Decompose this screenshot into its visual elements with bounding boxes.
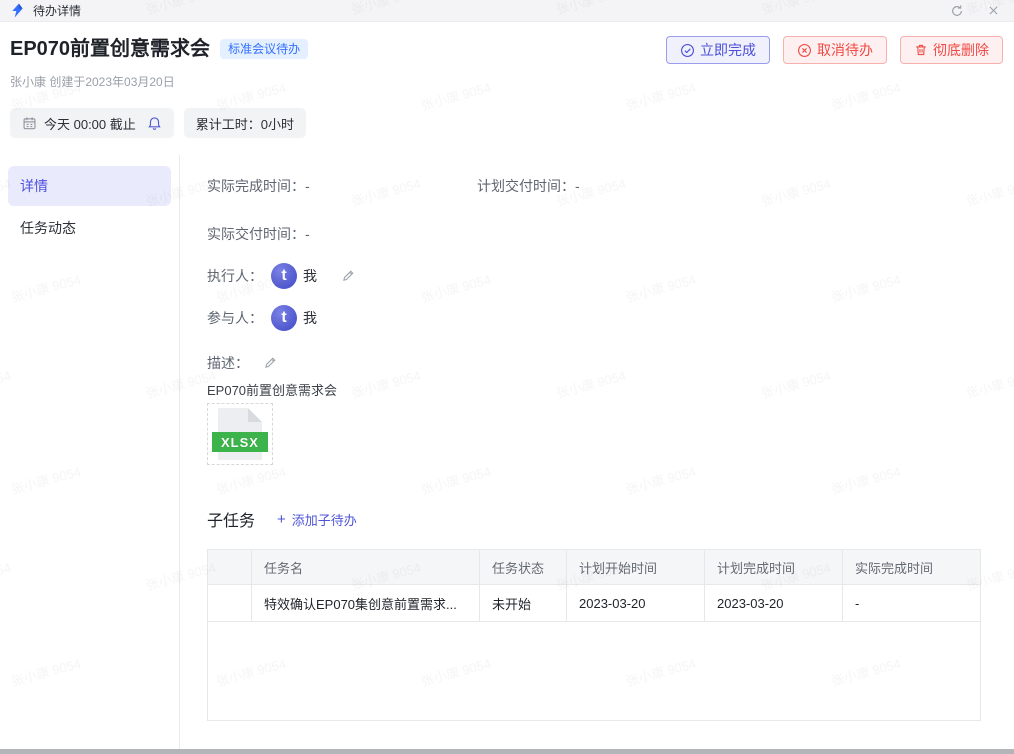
window-title: 待办详情 bbox=[33, 2, 81, 19]
deadline-chip[interactable]: 今天 00:00 截止 bbox=[10, 108, 174, 138]
attachment-xlsx[interactable]: XLSX bbox=[207, 403, 273, 465]
actual-delivery-time-field: 实际交付时间：- bbox=[207, 227, 477, 241]
calendar-icon bbox=[22, 116, 37, 131]
participant-name: 我 bbox=[303, 308, 317, 328]
complete-now-button[interactable]: 立即完成 bbox=[666, 36, 770, 64]
details-panel: 实际完成时间：- 计划交付时间：- 实际交付时间：- 执行人： t 我 参与人：… bbox=[180, 155, 1014, 749]
actual-complete-time-label: 实际完成时间： bbox=[207, 178, 305, 194]
hours-text: 累计工时：0小时 bbox=[196, 114, 294, 133]
add-subtask-label: 添加子待办 bbox=[292, 510, 357, 529]
deadline-text: 今天 00:00 截止 bbox=[44, 114, 136, 133]
executor-name: 我 bbox=[303, 266, 317, 286]
header-planned-start: 计划开始时间 bbox=[567, 550, 705, 584]
cancel-todo-label: 取消待办 bbox=[817, 40, 873, 60]
executor-avatar[interactable]: t bbox=[271, 263, 297, 289]
sidebar-item-activity[interactable]: 任务动态 bbox=[8, 208, 171, 248]
page-fold bbox=[248, 408, 262, 422]
creator-line: 张小康 创建于2023年03月20日 bbox=[10, 73, 1003, 90]
row-actual-complete: - bbox=[843, 585, 980, 621]
subtasks-title: 子任务 bbox=[207, 507, 255, 531]
file-type-ribbon: XLSX bbox=[212, 432, 268, 452]
subtask-table-row[interactable]: 特效确认EP070集创意前置需求... 未开始 2023-03-20 2023-… bbox=[208, 584, 980, 621]
row-task-name[interactable]: 特效确认EP070集创意前置需求... bbox=[252, 585, 480, 621]
time-fields: 实际完成时间：- 计划交付时间：- 实际交付时间：- bbox=[207, 179, 990, 241]
hours-chip: 累计工时：0小时 bbox=[184, 108, 306, 138]
description-row: 描述： bbox=[207, 353, 990, 373]
actual-complete-time-field: 实际完成时间：- bbox=[207, 179, 477, 193]
x-circle-icon bbox=[797, 43, 812, 58]
sidebar-item-details[interactable]: 详情 bbox=[8, 166, 171, 206]
page-title: EP070前置创意需求会 bbox=[10, 36, 210, 62]
trash-icon bbox=[914, 43, 928, 57]
planned-delivery-time-label: 计划交付时间： bbox=[477, 178, 575, 194]
row-task-status: 未开始 bbox=[480, 585, 567, 621]
sidebar: 详情 任务动态 bbox=[0, 155, 180, 749]
row-planned-start: 2023-03-20 bbox=[567, 585, 705, 621]
executor-row: 执行人： t 我 bbox=[207, 263, 990, 289]
actual-complete-time-value: - bbox=[305, 178, 310, 194]
close-icon[interactable] bbox=[982, 2, 1004, 20]
description-label: 描述： bbox=[207, 353, 249, 373]
refresh-icon[interactable] bbox=[946, 2, 968, 20]
sidebar-item-activity-label: 任务动态 bbox=[20, 218, 76, 238]
add-subtask-link[interactable]: + 添加子待办 bbox=[277, 510, 357, 529]
sidebar-item-details-label: 详情 bbox=[20, 176, 48, 196]
participant-row: 参与人： t 我 bbox=[207, 305, 990, 331]
row-checkbox-cell[interactable] bbox=[208, 585, 252, 621]
status-badge: 标准会议待办 bbox=[220, 39, 308, 59]
actual-delivery-time-value: - bbox=[305, 226, 310, 242]
subtask-table-header: 任务名 任务状态 计划开始时间 计划完成时间 实际完成时间 bbox=[208, 550, 980, 584]
app-logo-icon bbox=[10, 3, 25, 18]
subtask-table-empty-area bbox=[208, 621, 980, 720]
planned-delivery-time-field: 计划交付时间：- bbox=[477, 179, 990, 193]
delete-permanently-label: 彻底删除 bbox=[933, 40, 989, 60]
participant-label: 参与人： bbox=[207, 308, 263, 328]
actual-delivery-time-label: 实际交付时间： bbox=[207, 226, 305, 242]
bell-icon[interactable] bbox=[147, 116, 162, 131]
executor-label: 执行人： bbox=[207, 266, 263, 286]
file-document-icon: XLSX bbox=[218, 408, 262, 460]
delete-permanently-button[interactable]: 彻底删除 bbox=[900, 36, 1003, 64]
row-planned-complete: 2023-03-20 bbox=[705, 585, 843, 621]
participant-avatar[interactable]: t bbox=[271, 305, 297, 331]
task-header: EP070前置创意需求会 标准会议待办 立即完成 取消待办 bbox=[0, 22, 1014, 155]
planned-delivery-time-value: - bbox=[575, 178, 580, 194]
description-text: EP070前置创意需求会 bbox=[207, 380, 990, 399]
window-bottom-edge bbox=[0, 749, 1014, 754]
edit-description-icon[interactable] bbox=[263, 356, 277, 370]
header-task-name: 任务名 bbox=[252, 550, 480, 584]
check-circle-icon bbox=[680, 43, 695, 58]
plus-icon: + bbox=[277, 511, 286, 528]
cancel-todo-button[interactable]: 取消待办 bbox=[783, 36, 887, 64]
header-checkbox-cell bbox=[208, 550, 252, 584]
subtask-table: 任务名 任务状态 计划开始时间 计划完成时间 实际完成时间 特效确认EP070集… bbox=[207, 549, 981, 721]
header-task-status: 任务状态 bbox=[480, 550, 567, 584]
window-titlebar: 待办详情 bbox=[0, 0, 1014, 22]
header-planned-complete: 计划完成时间 bbox=[705, 550, 843, 584]
edit-executor-icon[interactable] bbox=[341, 269, 355, 283]
header-actual-complete: 实际完成时间 bbox=[843, 550, 980, 584]
complete-now-label: 立即完成 bbox=[700, 40, 756, 60]
